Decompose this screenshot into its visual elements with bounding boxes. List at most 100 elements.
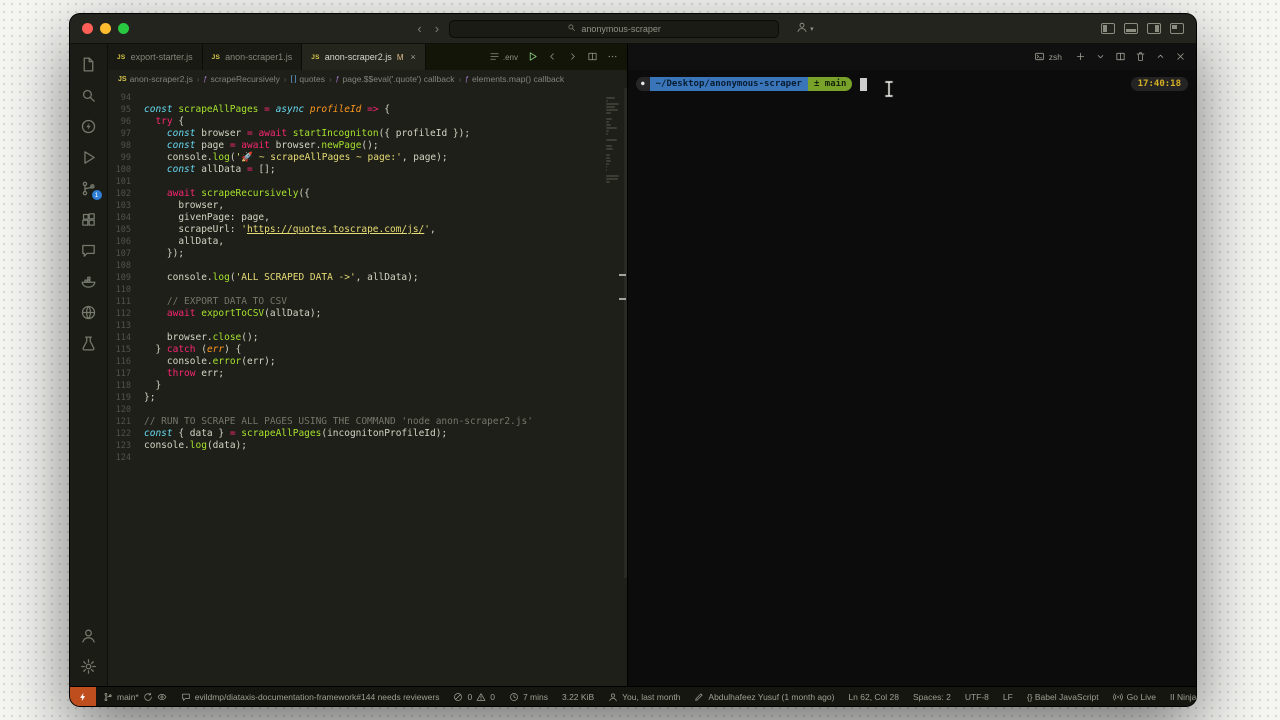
command-center-search[interactable]: anonymous-scraper [449,20,779,38]
code-line[interactable]: 111 // EXPORT DATA TO CSV [108,296,627,308]
code-line[interactable]: 98 const page = await browser.newPage(); [108,140,627,152]
code-line[interactable]: 109 console.log('ALL SCRAPED DATA ->', a… [108,272,627,284]
navigate-back-icon[interactable]: ‹ [414,22,424,35]
code-line[interactable]: 107 }); [108,248,627,260]
code-line[interactable]: 110 [108,284,627,296]
minimap[interactable] [606,94,620,187]
toggle-panel-icon[interactable] [1124,23,1138,34]
close-panel-icon[interactable] [1175,51,1186,64]
line-number: 104 [108,212,144,224]
breadcrumb-item[interactable]: ƒscrapeRecursively [204,74,280,84]
breadcrumb-item[interactable]: JSanon-scraper2.js [118,74,193,84]
profile-menu[interactable]: ▾ [796,20,814,38]
code-line[interactable]: 117 throw err; [108,368,627,380]
status-encoding[interactable]: UTF-8 [958,687,996,706]
breadcrumb-item[interactable]: ƒelements.map() callback [465,74,564,84]
split-terminal-icon[interactable] [1115,51,1126,64]
status-cursor-position[interactable]: Ln 62, Col 28 [841,687,906,706]
run-icon[interactable] [527,51,538,64]
split-editor-icon[interactable] [587,51,598,64]
code-line[interactable]: 106 allData, [108,236,627,248]
code-line[interactable]: 114 browser.close(); [108,332,627,344]
code-line[interactable]: 123console.log(data); [108,440,627,452]
env-badge[interactable]: .env [489,51,518,64]
kill-terminal-icon[interactable] [1135,51,1146,64]
status-blame-author[interactable]: Abdulhafeez Yusuf (1 month ago) [687,687,841,706]
code-line[interactable]: 97 const browser = await startIncogniton… [108,128,627,140]
status-language-mode[interactable]: {} Babel JavaScript [1020,687,1106,706]
code-line[interactable]: 120 [108,404,627,416]
status-blame-summary[interactable]: You, last month [601,687,687,706]
sash-handle[interactable] [619,298,626,300]
close-icon[interactable]: × [410,52,415,62]
code-line[interactable]: 101 [108,176,627,188]
code-line[interactable]: 108 [108,260,627,272]
activity-docker[interactable] [74,266,104,297]
breadcrumb-item[interactable]: [ ]quotes [291,74,325,84]
activity-extensions[interactable] [74,204,104,235]
terminal-tab[interactable]: zsh [1034,51,1062,64]
navigate-forward-icon[interactable]: › [432,22,442,35]
status-eol[interactable]: LF [996,687,1020,706]
launch-profile-icon[interactable] [1095,51,1106,64]
code-line[interactable]: 113 [108,320,627,332]
activity-live-share[interactable] [74,235,104,266]
code-editor[interactable]: 9495const scrapeAllPages = async profile… [108,88,627,686]
sash-handle[interactable] [619,274,626,276]
forward-icon[interactable] [567,51,578,64]
code-line[interactable]: 116 console.error(err); [108,356,627,368]
activity-source-control[interactable]: 1 [74,173,104,204]
activity-accounts[interactable] [74,620,104,651]
close-window-button[interactable] [82,23,93,34]
code-line[interactable]: 99 console.log('🚀 ~ scrapeAllPages ~ pag… [108,152,627,164]
editor-scrollbar[interactable] [624,88,627,578]
code-line[interactable]: 102 await scrapeRecursively({ [108,188,627,200]
activity-search[interactable] [74,80,104,111]
activity-run-debug[interactable] [74,142,104,173]
code-line[interactable]: 94 [108,92,627,104]
activity-explorer[interactable] [74,49,104,80]
code-line[interactable]: 115 } catch (err) { [108,344,627,356]
tab-anon-scraper1[interactable]: JSanon-scraper1.js [203,44,303,70]
status-problems[interactable]: 00 [446,687,501,706]
code-line[interactable]: 124 [108,452,627,464]
minimize-window-button[interactable] [100,23,111,34]
code-line[interactable]: 95const scrapeAllPages = async profileId… [108,104,627,116]
status-ninja[interactable]: II Ninja [1163,687,1196,706]
activity-testing[interactable] [74,328,104,359]
status-git-branch[interactable]: main* [96,687,174,706]
code-line[interactable]: 112 await exportToCSV(allData); [108,308,627,320]
activity-bar: 1 [70,44,108,686]
breadcrumb-item[interactable]: ƒpage.$$eval('.quote') callback [336,74,455,84]
code-line[interactable]: 104 givenPage: page, [108,212,627,224]
maximize-panel-icon[interactable] [1155,51,1166,64]
activity-remote-explorer[interactable] [74,297,104,328]
status-go-live[interactable]: Go Live [1106,687,1163,706]
status-wakatime[interactable]: 7 mins [502,687,555,706]
code-line[interactable]: 118 } [108,380,627,392]
status-file-size[interactable]: 3.22 KiB [555,687,601,706]
more-actions-icon[interactable] [607,51,618,64]
code-line[interactable]: 119}; [108,392,627,404]
new-terminal-icon[interactable] [1075,51,1086,64]
status-indentation[interactable]: Spaces: 2 [906,687,958,706]
code-line[interactable]: 100 const allData = []; [108,164,627,176]
toggle-secondary-sidebar-icon[interactable] [1147,23,1161,34]
terminal-body[interactable]: ● ~/Desktop/anonymous-scraper ± main 17:… [628,70,1196,686]
tab-export-starter[interactable]: JSexport-starter.js [108,44,203,70]
warning-icon [476,692,486,702]
back-icon[interactable] [547,51,558,64]
code-line[interactable]: 122const { data } = scrapeAllPages(incog… [108,428,627,440]
code-line[interactable]: 96 try { [108,116,627,128]
code-line[interactable]: 105 scrapeUrl: 'https://quotes.toscrape.… [108,224,627,236]
status-github-notification[interactable]: evildmp/diataxis-documentation-framework… [174,687,447,706]
status-remote-indicator[interactable] [70,687,96,706]
code-line[interactable]: 103 browser, [108,200,627,212]
activity-thunder-client[interactable] [74,111,104,142]
customize-layout-icon[interactable] [1170,23,1184,34]
tab-anon-scraper2[interactable]: JSanon-scraper2.jsM× [302,44,426,70]
toggle-sidebar-icon[interactable] [1101,23,1115,34]
code-line[interactable]: 121// RUN TO SCRAPE ALL PAGES USING THE … [108,416,627,428]
activity-settings[interactable] [74,651,104,682]
zoom-window-button[interactable] [118,23,129,34]
